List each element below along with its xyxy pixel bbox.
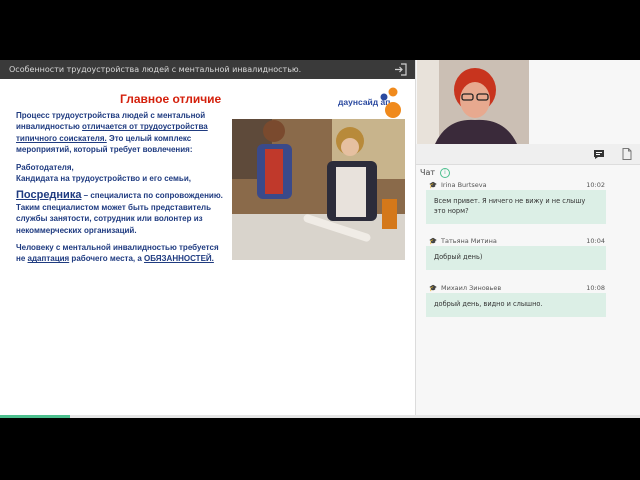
slide-paragraph-2: Работодателя, Кандидата на трудоустройств… [16,162,191,184]
message-header: 🎓 Татьяна Митина 10:04 [426,236,606,246]
exit-icon[interactable] [394,63,407,76]
slide-photo [232,119,405,260]
chat-message: 🎓 Татьяна Митина 10:04 Добрый день) [426,236,606,270]
organization-logo: даунсайд ап [338,84,404,120]
slide-body: Процесс трудоустройства людей с ментальн… [16,110,230,271]
presentation-header: Особенности трудоустройства людей с мент… [0,60,415,79]
message-header: 🎓 Михаил Зиновьев 10:08 [426,283,606,293]
progress-fill [0,415,70,418]
side-panel: Чат i 🎓 Irina Burtseva 10:02 Всем привет… [415,60,640,415]
chat-message: 🎓 Михаил Зиновьев 10:08 добрый день, вид… [426,283,606,317]
message-time: 10:04 [586,237,605,245]
slide-paragraph-3: Посредника – специалиста по сопровождени… [16,189,223,235]
presentation-title: Особенности трудоустройства людей с мент… [9,65,302,74]
document-icon[interactable] [620,147,634,161]
slide-heading: Главное отличие [120,92,222,106]
message-author: Татьяна Митина [441,237,497,245]
message-text: добрый день, видно и слышно. [426,293,606,317]
chat-title: Чат [420,168,436,177]
presentation-slide: Главное отличие даунсайд ап Процесс труд… [0,79,415,415]
message-time: 10:08 [586,284,605,292]
graduation-cap-icon: 🎓 [429,237,438,245]
message-time: 10:02 [586,181,605,189]
chat-message: 🎓 Irina Burtseva 10:02 Всем привет. Я ни… [426,180,606,224]
message-header: 🎓 Irina Burtseva 10:02 [426,180,606,190]
message-text: Добрый день) [426,246,606,270]
message-author: Михаил Зиновьев [441,284,502,292]
chat-info-icon[interactable]: i [440,168,450,178]
panel-tabs [416,144,640,165]
graduation-cap-icon: 🎓 [429,284,438,292]
slide-emphasis: Посредника [16,189,82,202]
slide-paragraph-1: Процесс трудоустройства людей с ментальн… [16,111,208,155]
webcam-video [417,60,529,144]
message-author: Irina Burtseva [441,181,487,189]
slide-paragraph-4: Человеку с ментальной инвалидностью треб… [16,243,219,264]
chat-icon[interactable] [592,147,606,161]
graduation-cap-icon: 🎓 [429,181,438,189]
progress-bar [0,415,640,418]
logo-mark [380,87,401,118]
message-text: Всем привет. Я ничего не вижу и не слышу… [426,190,606,224]
